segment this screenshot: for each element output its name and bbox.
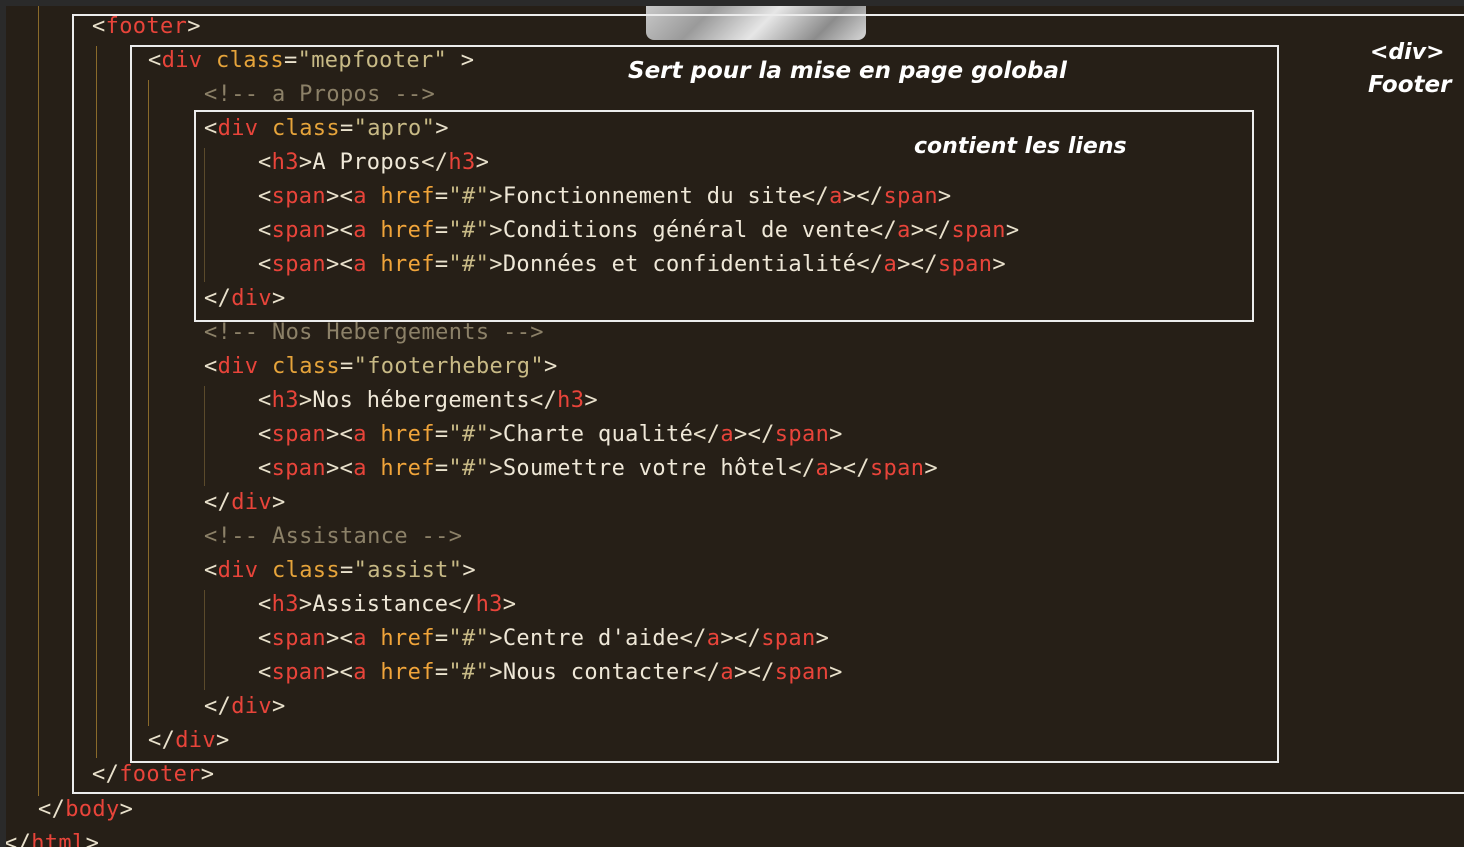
code-editor: <footer> <div class="mepfooter" > <!-- a… (6, 6, 1464, 847)
annotation-footer-label: Footer (1368, 72, 1452, 98)
code-line-heberg-h3: <h3>Nos hébergements</h3> (258, 388, 598, 413)
annotation-contains-links: contient les liens (914, 134, 1127, 159)
annotation-global-layout: Sert pour la mise en page golobal (628, 58, 1067, 84)
code-line-link-centre: <span><a href="#">Centre d'aide</a></spa… (258, 626, 830, 651)
code-line-link-contacter: <span><a href="#">Nous contacter</a></sp… (258, 660, 843, 685)
code-line-mepfooter-open: <div class="mepfooter" > (148, 48, 475, 73)
heading-text: Nos hébergements (312, 388, 530, 413)
code-line-mepfooter-close: </div> (148, 728, 230, 753)
class-value: "mepfooter" (297, 48, 448, 73)
code-comment-assistance: <!-- Assistance --> (204, 524, 463, 549)
link-text: Nous contacter (502, 660, 694, 685)
code-line-footerheberg-open: <div class="footerheberg"> (204, 354, 558, 379)
link-text: Centre d'aide (502, 626, 680, 651)
code-line-link-charte: <span><a href="#">Charte qualité</a></sp… (258, 422, 843, 447)
code-comment-hebergements: <!-- Nos Hebergements --> (204, 320, 544, 345)
code-line-footerheberg-close: </div> (204, 490, 286, 515)
code-line-assist-h3: <h3>Assistance</h3> (258, 592, 517, 617)
code-line-apro-h3: <h3>A Propos</h3> (258, 150, 490, 175)
link-text: Données et confidentialité (502, 252, 857, 277)
code-comment-apropos: <!-- a Propos --> (204, 82, 436, 107)
code-line-apro-close: </div> (204, 286, 286, 311)
indent-guide (38, 6, 39, 796)
code-line-footer-close: </footer> (92, 762, 215, 787)
link-text: Soumettre votre hôtel (502, 456, 789, 481)
link-text: Conditions général de vente (502, 218, 870, 243)
heading-text: Assistance (312, 592, 449, 617)
code-line-link-soumettre: <span><a href="#">Soumettre votre hôtel<… (258, 456, 938, 481)
link-text: Charte qualité (502, 422, 694, 447)
heading-text: A Propos (312, 150, 422, 175)
tag-name: footer (105, 14, 188, 39)
code-line-footer-open: <footer> (92, 14, 201, 39)
code-line-body-close: </body> (38, 797, 134, 822)
code-line-assist-open: <div class="assist"> (204, 558, 476, 583)
link-text: Fonctionnement du site (502, 184, 802, 209)
annotation-div-label: <div> (1370, 40, 1445, 65)
code-line-link-fonctionnement: <span><a href="#">Fonctionnement du site… (258, 184, 952, 209)
code-line-link-conditions: <span><a href="#">Conditions général de … (258, 218, 1020, 243)
class-value: "apro" (353, 116, 436, 141)
code-line-assist-close: </div> (204, 694, 286, 719)
code-line-html-close: </html> (6, 831, 100, 847)
code-line-apro-open: <div class="apro"> (204, 116, 449, 141)
class-value: "assist" (353, 558, 463, 583)
code-line-link-donnees: <span><a href="#">Données et confidentia… (258, 252, 1006, 277)
class-value: "footerheberg" (353, 354, 544, 379)
